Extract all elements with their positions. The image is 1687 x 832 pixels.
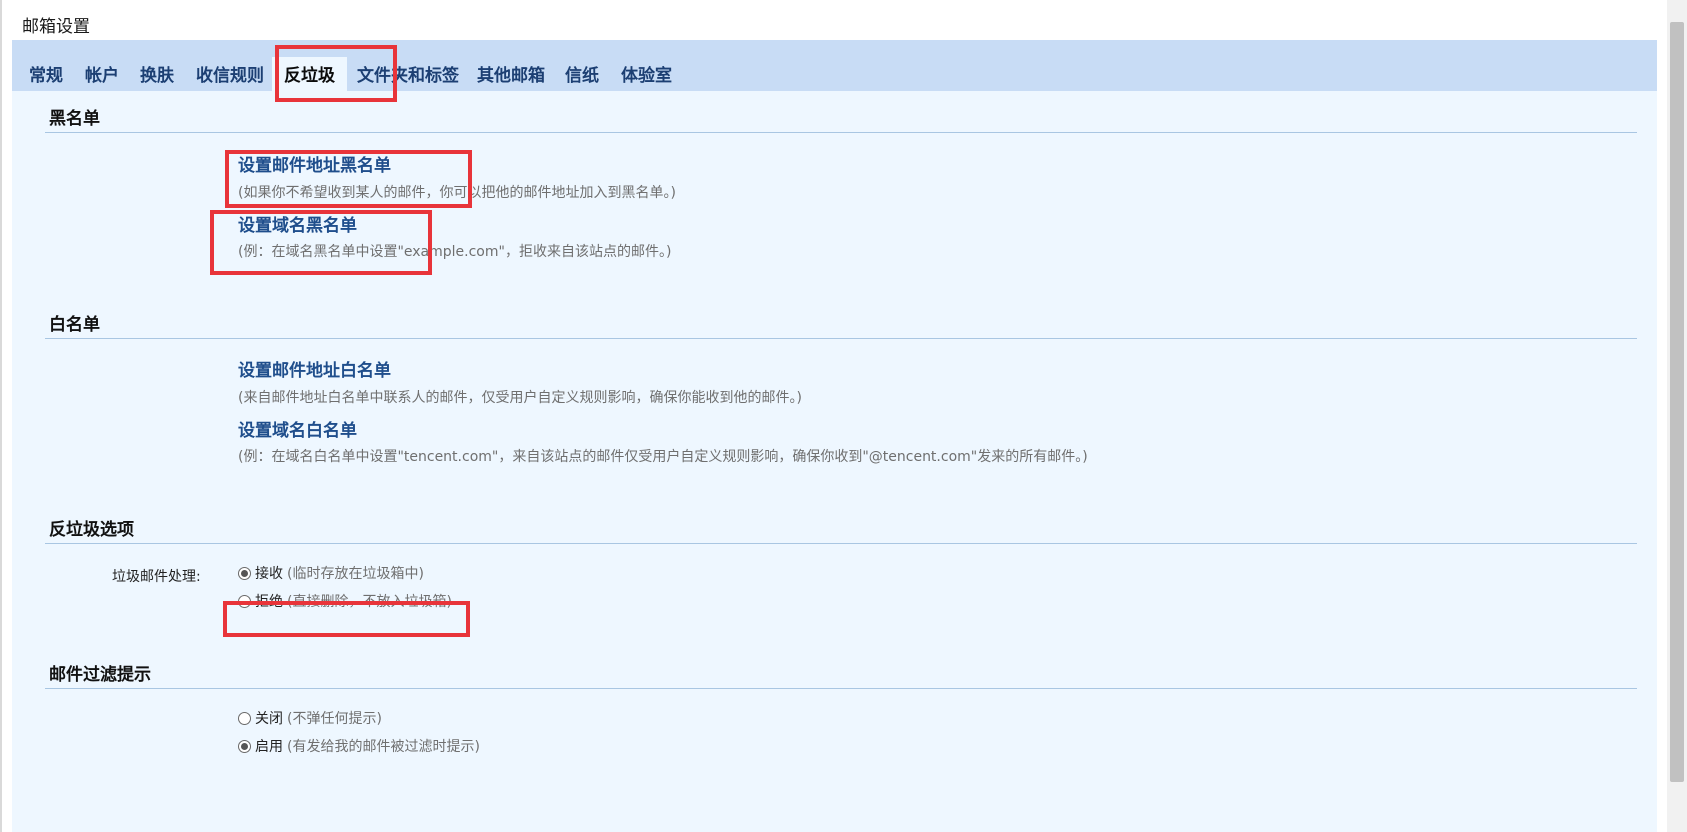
antispam-divider [45,543,1637,544]
page-title: 邮箱设置 [22,17,90,37]
filter-hint-off-radio[interactable] [238,711,251,725]
settings-panel: 常规 帐户 换肤 收信规则 反垃圾 文件夹和标签 其他邮箱 信纸 体验室 黑名单… [12,40,1657,832]
tab-antispam[interactable]: 反垃圾 [272,57,347,91]
filter-hint-divider [45,688,1637,689]
tab-general[interactable]: 常规 [17,57,75,91]
antispam-options-title: 反垃圾选项 [49,520,134,540]
vertical-scrollbar[interactable] [1667,0,1687,832]
filter-hint-on-option[interactable]: 启用 (有发给我的邮件被过滤时提示) [238,736,480,756]
spam-accept-hint: (临时存放在垃圾箱中) [287,566,424,582]
address-whitelist-desc: (来自邮件地址白名单中联系人的邮件，仅受用户自定义规则影响，确保你能收到他的邮件… [238,390,802,406]
tab-rules[interactable]: 收信规则 [184,57,276,91]
filter-hint-on-radio[interactable] [238,739,251,753]
spam-reject-option[interactable]: 拒绝 (直接删除，不放入垃圾箱) [238,591,452,611]
address-whitelist-link[interactable]: 设置邮件地址白名单 [238,356,391,381]
filter-hint-off-label[interactable]: 关闭 [255,708,283,728]
scrollbar-thumb[interactable] [1670,22,1684,782]
tab-folders-labels[interactable]: 文件夹和标签 [345,57,471,91]
whitelist-title: 白名单 [49,315,100,335]
tab-other-mailboxes[interactable]: 其他邮箱 [465,57,557,91]
spam-accept-radio[interactable] [238,566,251,580]
address-blacklist-link[interactable]: 设置邮件地址黑名单 [238,151,391,176]
domain-whitelist-link[interactable]: 设置域名白名单 [238,416,357,441]
settings-tabbar: 常规 帐户 换肤 收信规则 反垃圾 文件夹和标签 其他邮箱 信纸 体验室 [12,40,1657,91]
tab-stationery[interactable]: 信纸 [553,57,611,91]
filter-hint-on-hint: (有发给我的邮件被过滤时提示) [287,739,480,755]
spam-handling-label: 垃圾邮件处理: [112,569,201,585]
tab-lab[interactable]: 体验室 [609,57,684,91]
filter-hint-off-option[interactable]: 关闭 (不弹任何提示) [238,708,382,728]
tab-account[interactable]: 帐户 [73,57,131,91]
blacklist-divider [45,132,1637,133]
spam-reject-radio[interactable] [238,594,251,608]
filter-hint-title: 邮件过滤提示 [49,665,151,685]
domain-blacklist-desc: (例：在域名黑名单中设置"example.com"，拒收来自该站点的邮件。) [238,244,672,260]
tab-skin[interactable]: 换肤 [128,57,186,91]
address-blacklist-desc: (如果你不希望收到某人的邮件，你可以把他的邮件地址加入到黑名单。) [238,185,676,201]
spam-reject-label[interactable]: 拒绝 [255,591,283,611]
domain-blacklist-link[interactable]: 设置域名黑名单 [238,211,357,236]
spam-accept-label[interactable]: 接收 [255,563,283,583]
window-left-edge [0,0,2,832]
domain-whitelist-desc: (例：在域名白名单中设置"tencent.com"，来自该站点的邮件仅受用户自定… [238,449,1088,465]
whitelist-divider [45,338,1637,339]
filter-hint-on-label[interactable]: 启用 [255,736,283,756]
filter-hint-off-hint: (不弹任何提示) [287,711,382,727]
blacklist-title: 黑名单 [49,109,100,129]
spam-reject-hint: (直接删除，不放入垃圾箱) [287,594,452,610]
spam-accept-option[interactable]: 接收 (临时存放在垃圾箱中) [238,563,424,583]
